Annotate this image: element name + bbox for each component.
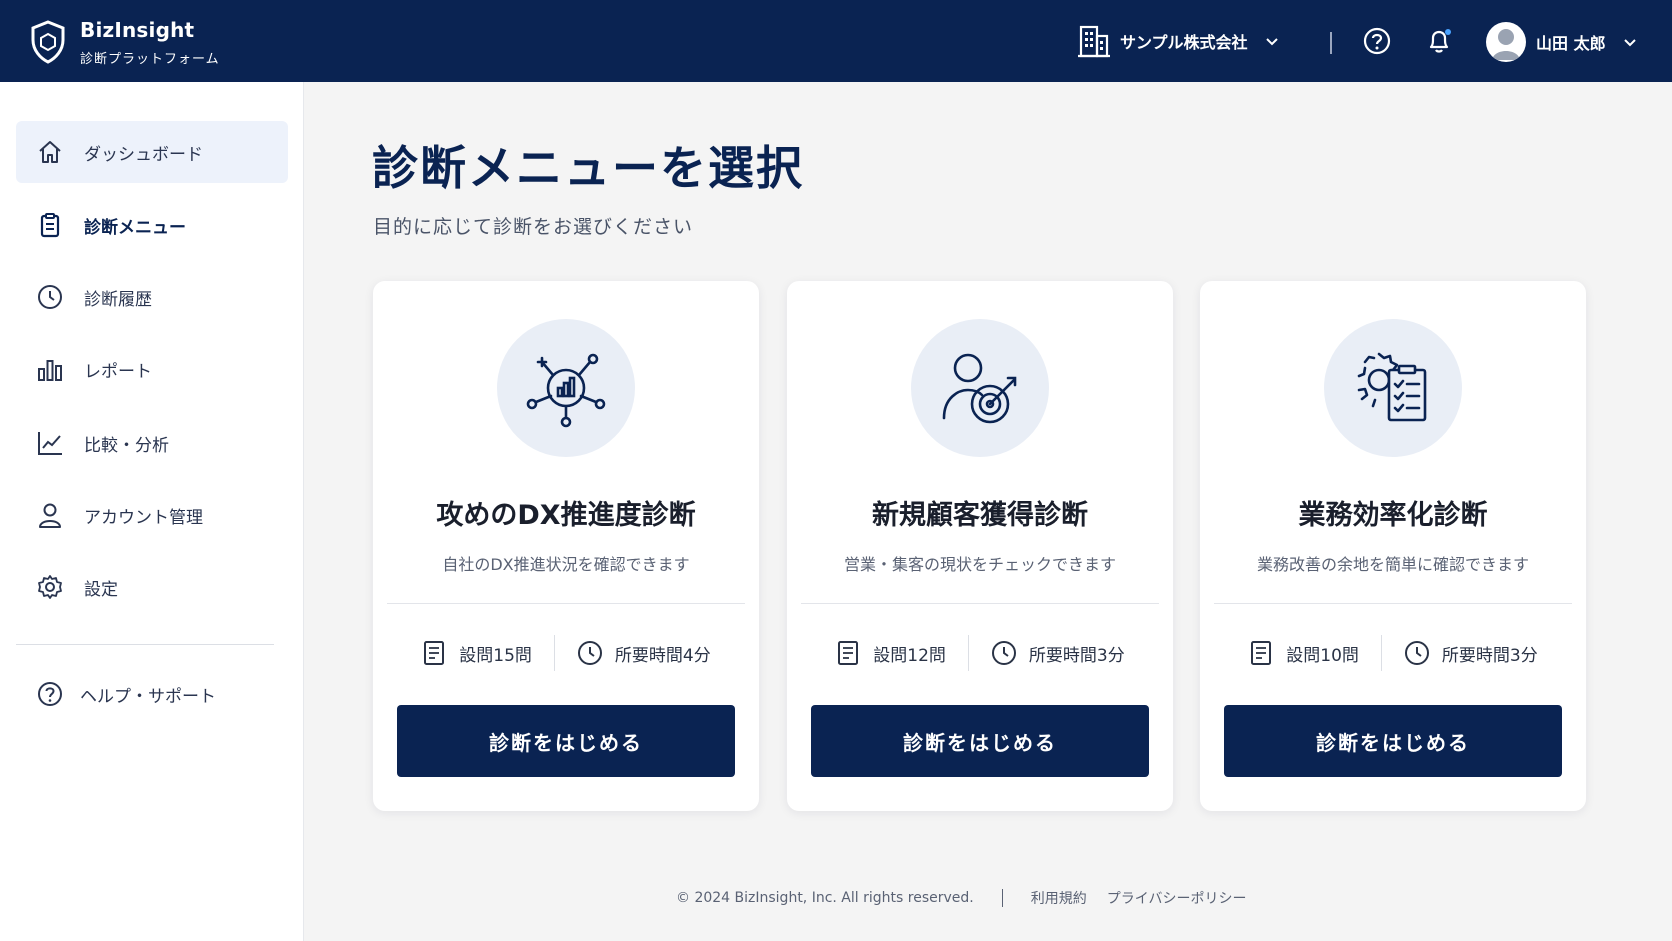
network-analytics-icon [526,353,606,428]
building-icon [1078,25,1110,58]
sidebar: ダッシュボード 診断メニュー 診断履歴 レポート 比較・分析 アカウント管理 設… [0,82,304,941]
card-meta: 設問12問 所要時間3分 [787,633,1173,673]
meta-divider [1380,635,1382,671]
duration-text: 所要時間3分 [1028,645,1125,666]
sidebar-divider [16,644,274,645]
company-selector[interactable]: サンプル株式会社 [1078,24,1280,58]
card-icon-circle [1324,319,1462,457]
document-icon [1251,641,1272,665]
document-icon [424,641,445,665]
meta-divider [553,635,555,671]
card-title: 攻めのDX推進度診断 [436,500,696,531]
diagnosis-card-dx: 攻めのDX推進度診断 自社のDX推進状況を確認できます 設問15問 所要時間4分… [373,281,759,811]
sidebar-item-label: 診断履歴 [84,289,152,310]
brand-name: BizInsight [80,18,195,42]
sidebar-item-report[interactable]: レポート [16,338,288,400]
card-meta: 設問10問 所要時間3分 [1200,633,1586,673]
avatar [1486,22,1526,62]
sidebar-item-diagnosis-menu[interactable]: 診断メニュー [16,194,288,256]
clipboard-icon [40,213,60,238]
sidebar-item-label: レポート [84,361,152,382]
card-description: 営業・集客の現状をチェックできます [843,555,1116,574]
duration: 所要時間3分 [991,640,1125,666]
header-divider [1330,32,1332,54]
diagnosis-card-efficiency: 業務効率化診断 業務改善の余地を簡単に確認できます 設問10問 所要時間3分 診… [1200,281,1586,811]
home-icon [39,141,61,163]
sidebar-item-label: ダッシュボード [84,144,203,165]
card-divider [801,603,1159,604]
card-title: 新規顧客獲得診断 [872,500,1088,531]
start-diagnosis-button[interactable]: 診断をはじめる [397,705,735,777]
sidebar-item-settings[interactable]: 設定 [16,556,288,618]
diagnosis-card-customer: 新規顧客獲得診断 営業・集客の現状をチェックできます 設問12問 所要時間3分 … [787,281,1173,811]
chevron-down-icon [1623,39,1636,47]
page-subtitle: 目的に応じて診断をお選びください [373,216,694,238]
line-chart-icon [38,432,62,455]
footer-divider [1001,889,1003,907]
card-divider [387,603,745,604]
start-diagnosis-button[interactable]: 診断をはじめる [811,705,1149,777]
bell-icon[interactable] [1424,26,1454,56]
person-target-icon [942,353,1017,424]
gear-checklist-icon [1357,352,1427,422]
user-icon [39,503,61,528]
card-description: 業務改善の余地を簡単に確認できます [1256,555,1529,574]
company-name: サンプル株式会社 [1120,33,1248,52]
chevron-down-icon [1265,38,1278,46]
question-count: 設問15問 [421,640,532,666]
question-count: 設問12問 [835,640,946,666]
sidebar-item-label: 設定 [84,579,118,600]
clock-icon [38,285,62,309]
brand-subtitle: 診断プラットフォーム [80,52,220,67]
user-avatar-icon [1492,29,1520,60]
question-count-text: 設問10問 [1286,645,1359,666]
top-bar: BizInsight 診断プラットフォーム サンプル株式会社 山田 太郎 [0,0,1672,82]
card-meta: 設問15問 所要時間4分 [373,633,759,673]
user-name: 山田 太郎 [1536,34,1606,53]
card-divider [1214,603,1572,604]
help-icon[interactable] [1362,26,1392,56]
start-diagnosis-button[interactable]: 診断をはじめる [1224,705,1562,777]
help-icon [38,682,62,706]
footer: © 2024 BizInsight, Inc. All rights reser… [676,888,1266,908]
clock-icon [577,641,602,665]
terms-link[interactable]: 利用規約 [1031,888,1087,908]
card-title: 業務効率化診断 [1298,500,1488,531]
sidebar-item-history[interactable]: 診断履歴 [16,266,288,328]
sidebar-item-label: ヘルプ・サポート [80,686,216,707]
duration-text: 所要時間4分 [614,645,711,666]
question-count-text: 設問12問 [873,645,946,666]
card-description: 自社のDX推進状況を確認できます [442,555,690,574]
page-title: 診断メニューを選択 [372,141,804,195]
bar-chart-icon [38,360,62,381]
duration-text: 所要時間3分 [1441,645,1538,666]
sidebar-item-label: 診断メニュー [84,217,186,238]
duration: 所要時間4分 [577,640,711,666]
card-icon-circle [911,319,1049,457]
sidebar-item-label: 比較・分析 [84,435,169,456]
sidebar-item-help[interactable]: ヘルプ・サポート [16,663,288,725]
privacy-link[interactable]: プライバシーポリシー [1107,888,1247,908]
document-icon [838,641,859,665]
sidebar-item-account[interactable]: アカウント管理 [16,484,288,546]
clock-icon [991,641,1016,665]
question-count: 設問10問 [1248,640,1359,666]
shield-logo-icon [31,20,65,64]
sidebar-item-dashboard[interactable]: ダッシュボード [16,121,288,183]
sidebar-item-label: アカウント管理 [84,507,203,528]
gear-icon [38,575,62,599]
sidebar-item-compare[interactable]: 比較・分析 [16,412,288,474]
duration: 所要時間3分 [1404,640,1538,666]
meta-divider [967,635,969,671]
brand: BizInsight 診断プラットフォーム [80,18,220,67]
clock-icon [1404,641,1429,665]
question-count-text: 設問15問 [459,645,532,666]
user-menu[interactable]: 山田 太郎 [1486,22,1638,62]
copyright: © 2024 BizInsight, Inc. All rights reser… [676,890,974,906]
card-icon-circle [497,319,635,457]
